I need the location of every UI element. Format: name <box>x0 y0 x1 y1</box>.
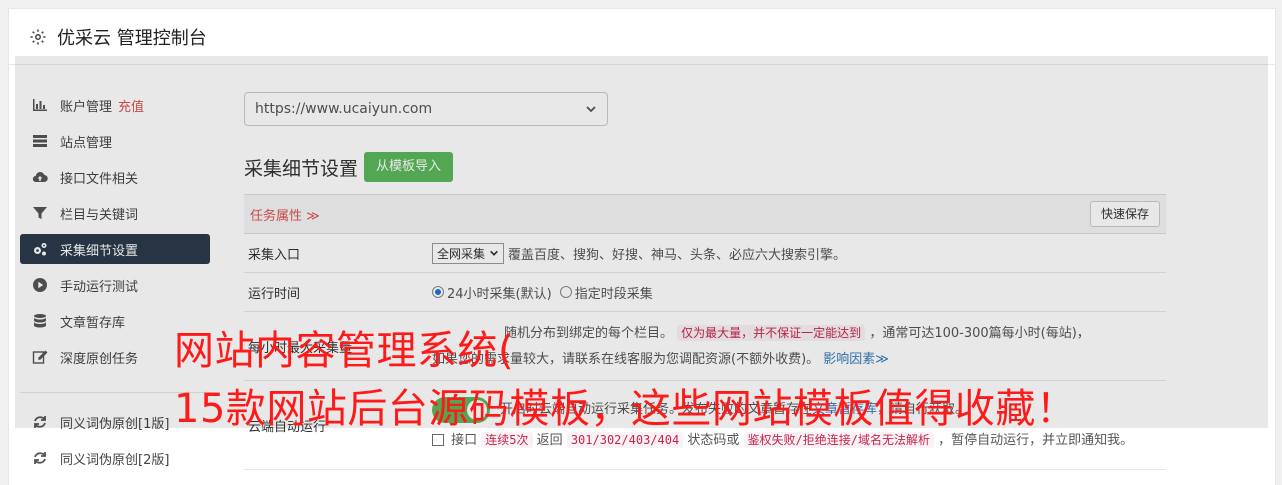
watermark-line-2: 15款网站后台源码模板，这些网站模板值得收藏！ <box>174 386 1077 432</box>
notify-text-a: 接口 <box>451 432 478 448</box>
refresh-icon <box>34 452 46 464</box>
notify-text-c: 状态码或 <box>687 432 740 448</box>
page-title: 优采云 管理控制台 <box>57 27 207 49</box>
notify-text-d: ，暂停自动运行，并立即通知我。 <box>938 432 1134 448</box>
gear-icon <box>30 29 46 44</box>
notify-checkbox[interactable] <box>432 434 444 446</box>
sidebar-item-synonym-v2[interactable]: 同义词伪原创[2版] <box>20 443 210 473</box>
watermark-line-1: 网站内容管理系统( <box>174 328 515 374</box>
notify-text-b: 返回 <box>536 432 563 448</box>
sidebar-item-label: 同义词伪原创[2版] <box>60 452 170 468</box>
